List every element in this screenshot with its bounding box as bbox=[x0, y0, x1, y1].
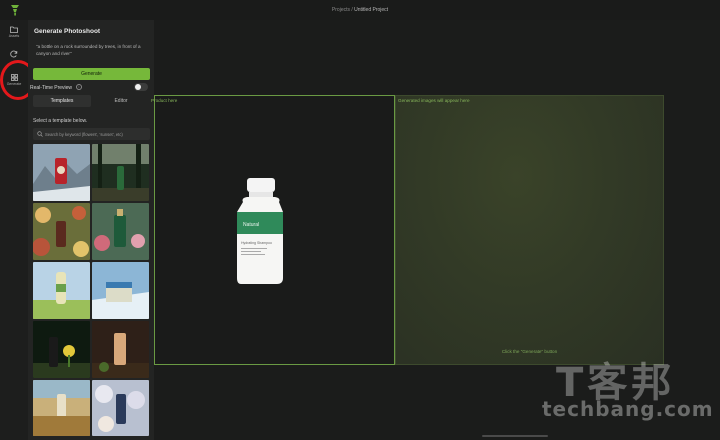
template-tube-lily bbox=[33, 321, 90, 378]
product-area[interactable]: Product here Natural Hydrating Shampoo bbox=[151, 95, 395, 365]
generate-panel: Generate Photoshoot "a bottle on a rock … bbox=[28, 20, 154, 440]
folder-icon bbox=[10, 26, 18, 33]
refresh-icon bbox=[10, 50, 18, 58]
template-bottle-blossoms bbox=[92, 380, 149, 436]
realtime-preview-toggle[interactable] bbox=[134, 83, 148, 91]
info-icon[interactable]: i bbox=[76, 84, 82, 90]
panel-tabs: Templates Editor bbox=[33, 95, 150, 107]
breadcrumb: Projects / Untitled Project bbox=[331, 7, 389, 13]
template-search bbox=[33, 128, 150, 140]
bottle-fine-print: Hydrating Shampoo bbox=[241, 241, 272, 245]
template-tile[interactable] bbox=[33, 262, 90, 319]
template-bottle-garden bbox=[92, 203, 149, 260]
bottle-brand-text: Natural bbox=[243, 222, 259, 228]
template-bottle-flowers bbox=[33, 203, 90, 260]
prompt-text[interactable]: "a bottle on a rock surrounded by trees,… bbox=[36, 44, 148, 57]
template-tube-dark bbox=[92, 321, 149, 378]
template-tile[interactable] bbox=[92, 144, 149, 201]
breadcrumb-projects[interactable]: Projects bbox=[332, 7, 350, 13]
product-area-label: Product here bbox=[151, 98, 178, 103]
results-area-label: Generated images will appear here bbox=[398, 98, 470, 103]
realtime-preview-label: Real-Time Preview bbox=[30, 85, 73, 91]
toggle-knob bbox=[135, 84, 141, 90]
breadcrumb-project-name[interactable]: Untitled Project bbox=[354, 7, 388, 13]
template-tile[interactable] bbox=[92, 380, 149, 436]
template-select-label: Select a template below. bbox=[33, 118, 88, 124]
tab-templates[interactable]: Templates bbox=[33, 95, 91, 107]
rail-label-assets: Assets bbox=[8, 34, 20, 38]
template-tile[interactable] bbox=[33, 321, 90, 378]
template-bottle-sky bbox=[33, 262, 90, 319]
template-tile[interactable] bbox=[33, 203, 90, 260]
template-tile[interactable] bbox=[92, 262, 149, 319]
panel-title: Generate Photoshoot bbox=[34, 28, 101, 35]
generate-button[interactable]: Generate bbox=[33, 68, 150, 80]
results-area: Generated images will appear here Click … bbox=[395, 95, 664, 365]
template-box-ice bbox=[92, 262, 149, 319]
search-icon bbox=[37, 131, 43, 137]
top-bar: Projects / Untitled Project bbox=[0, 0, 720, 20]
rail-item-assets[interactable]: Assets bbox=[0, 26, 28, 50]
tab-editor[interactable]: Editor bbox=[92, 95, 150, 107]
template-tile[interactable] bbox=[92, 203, 149, 260]
template-bottle-forest bbox=[92, 144, 149, 201]
scroll-handle[interactable] bbox=[482, 435, 548, 437]
template-tile[interactable] bbox=[33, 144, 90, 201]
template-can-mountains bbox=[33, 144, 90, 201]
template-tile[interactable] bbox=[92, 321, 149, 378]
watermark-logo-en: techbang.com bbox=[542, 397, 714, 421]
template-search-input[interactable] bbox=[45, 128, 147, 140]
product-bottle-image[interactable]: Natural Hydrating Shampoo bbox=[233, 176, 291, 286]
template-wheat-field bbox=[33, 380, 90, 436]
template-tile[interactable] bbox=[33, 380, 90, 436]
